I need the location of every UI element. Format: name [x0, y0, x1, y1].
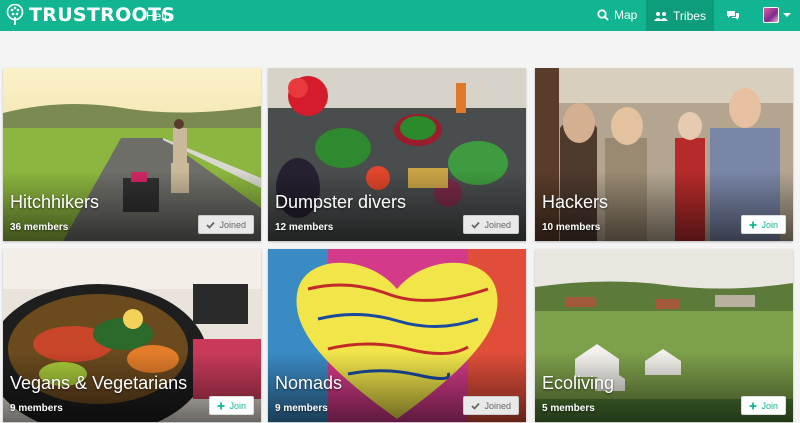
- nav-tribes-link[interactable]: Tribes: [646, 0, 714, 31]
- avatar: [763, 7, 779, 23]
- nav-map-link[interactable]: Map: [597, 8, 637, 22]
- tribe-name: Dumpster divers: [275, 192, 407, 212]
- tribe-card-dumpster-divers[interactable]: Dumpster divers 12 members Joined: [268, 68, 526, 241]
- tribe-card-nomads[interactable]: Nomads 9 members Joined: [268, 249, 526, 422]
- check-icon: [206, 221, 216, 229]
- caret-down-icon: [783, 13, 791, 17]
- tribe-name: Hitchhikers: [10, 192, 100, 212]
- tribe-card-ecoliving[interactable]: Ecoliving 5 members Join: [535, 249, 793, 422]
- joined-button[interactable]: Joined: [198, 215, 254, 234]
- tribe-name: Nomads: [275, 373, 343, 393]
- nav-map-label: Map: [614, 8, 638, 22]
- messages-icon: [727, 11, 739, 20]
- join-button-label: Join: [229, 400, 246, 411]
- plus-icon: [749, 221, 757, 228]
- search-icon: [597, 9, 609, 21]
- join-button-label: Join: [761, 219, 778, 230]
- nav-tribes-label: Tribes: [673, 8, 706, 23]
- users-icon: [654, 11, 669, 21]
- tribe-card-hackers[interactable]: Hackers 10 members Join: [535, 68, 793, 241]
- tribe-card-hitchhikers[interactable]: Hitchhikers 36 members Joined: [3, 68, 261, 241]
- joined-button-label: Joined: [484, 400, 511, 411]
- member-count: 10 members: [542, 222, 601, 233]
- member-count: 12 members: [275, 222, 334, 233]
- user-menu[interactable]: [763, 7, 791, 23]
- joined-button[interactable]: Joined: [463, 396, 519, 415]
- nav-messages-link[interactable]: [726, 9, 740, 27]
- tribe-name: Ecoliving: [542, 373, 615, 393]
- top-navbar: TRUSTROOTS Help Map Tribes: [0, 0, 800, 31]
- join-button[interactable]: Join: [741, 396, 786, 415]
- joined-button-label: Joined: [219, 219, 246, 230]
- join-button-label: Join: [761, 400, 778, 411]
- plus-icon: [749, 402, 757, 409]
- member-count: 9 members: [275, 403, 328, 414]
- joined-button[interactable]: Joined: [463, 215, 519, 234]
- join-button[interactable]: Join: [741, 215, 786, 234]
- plus-icon: [217, 402, 225, 409]
- tribe-card-vegans-vegetarians[interactable]: Vegans & Vegetarians 9 members Join: [3, 249, 261, 422]
- check-icon: [471, 221, 481, 229]
- nav-help-link[interactable]: Help: [146, 9, 171, 23]
- tribe-name: Hackers: [542, 192, 609, 212]
- tribe-name: Vegans & Vegetarians: [10, 373, 188, 393]
- member-count: 5 members: [542, 403, 595, 414]
- check-icon: [471, 402, 481, 410]
- tree-logo-icon: [6, 4, 24, 25]
- member-count: 9 members: [10, 403, 63, 414]
- joined-button-label: Joined: [484, 219, 511, 230]
- member-count: 36 members: [10, 222, 69, 233]
- join-button[interactable]: Join: [209, 396, 254, 415]
